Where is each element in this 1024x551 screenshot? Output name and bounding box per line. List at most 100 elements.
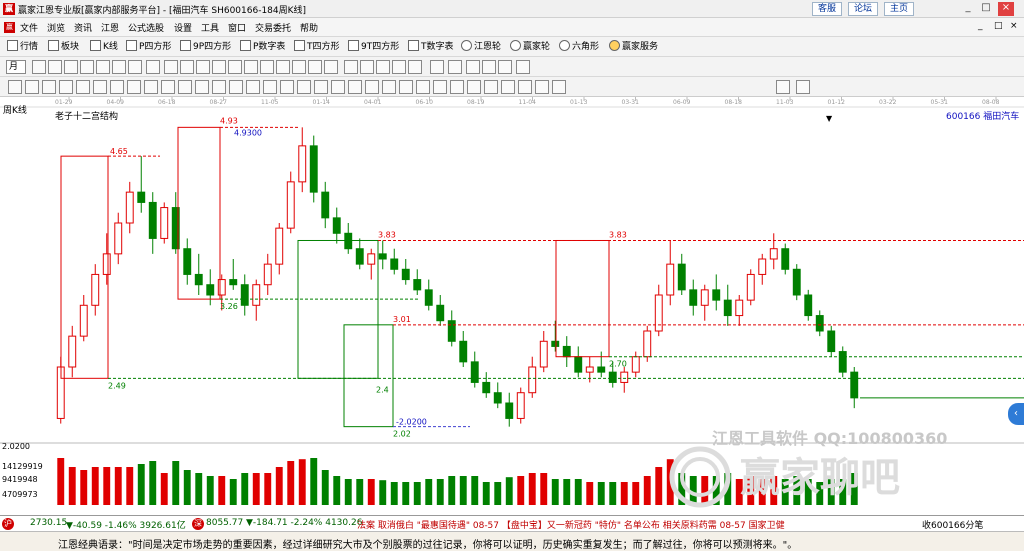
drawing-tool-icon[interactable] bbox=[128, 60, 142, 74]
drawing-tool-icon[interactable] bbox=[48, 60, 62, 74]
drawing-tool-icon[interactable] bbox=[430, 60, 444, 74]
gann-wheel-button[interactable]: 江恩轮 bbox=[461, 40, 501, 54]
line-tool-icon[interactable] bbox=[263, 80, 277, 94]
line-tool-icon[interactable] bbox=[8, 80, 22, 94]
line-tool-icon[interactable] bbox=[42, 80, 56, 94]
drawing-tool-icon[interactable] bbox=[392, 60, 406, 74]
line-tool-icon[interactable] bbox=[93, 80, 107, 94]
line-tool-icon[interactable] bbox=[382, 80, 396, 94]
forum-link[interactable]: 论坛 bbox=[848, 2, 878, 16]
drawing-tool-icon[interactable] bbox=[244, 60, 258, 74]
line-tool-icon[interactable] bbox=[348, 80, 362, 94]
line-tool-icon[interactable] bbox=[110, 80, 124, 94]
drawing-tool-icon[interactable] bbox=[448, 60, 462, 74]
drawing-tool-icon[interactable] bbox=[212, 60, 226, 74]
winner-wheel-button[interactable]: 赢家轮 bbox=[510, 40, 550, 54]
line-tool-icon[interactable] bbox=[25, 80, 39, 94]
menu-gann[interactable]: 江恩 bbox=[101, 21, 119, 34]
line-tool-icon[interactable] bbox=[59, 80, 73, 94]
drawing-tool-icon[interactable] bbox=[498, 60, 512, 74]
drawing-tool-icon[interactable] bbox=[260, 60, 274, 74]
drawing-tool-icon[interactable] bbox=[466, 60, 480, 74]
line-tool-icon[interactable] bbox=[433, 80, 447, 94]
line-tool-icon[interactable] bbox=[229, 80, 243, 94]
p-table-button[interactable]: P数字表 bbox=[240, 40, 285, 54]
scroll-right-button[interactable]: ‹ bbox=[1008, 403, 1024, 425]
line-tool-icon[interactable] bbox=[776, 80, 790, 94]
period-select[interactable]: 月 bbox=[6, 60, 26, 74]
drawing-tool-icon[interactable] bbox=[96, 60, 110, 74]
line-tool-icon[interactable] bbox=[212, 80, 226, 94]
line-tool-icon[interactable] bbox=[195, 80, 209, 94]
menu-formula[interactable]: 公式选股 bbox=[128, 21, 164, 34]
drawing-tool-icon[interactable] bbox=[32, 60, 46, 74]
drawing-tool-icon[interactable] bbox=[196, 60, 210, 74]
drawing-tool-icon[interactable] bbox=[164, 60, 178, 74]
drawing-tool-icon[interactable] bbox=[180, 60, 194, 74]
line-tool-icon[interactable] bbox=[76, 80, 90, 94]
drawing-tool-icon[interactable] bbox=[112, 60, 126, 74]
drawing-tool-icon[interactable] bbox=[292, 60, 306, 74]
drawing-tool-icon[interactable] bbox=[146, 60, 160, 74]
line-tool-icon[interactable] bbox=[501, 80, 515, 94]
line-tool-icon[interactable] bbox=[127, 80, 141, 94]
mdi-minimize-button[interactable]: _ bbox=[978, 21, 983, 31]
line-tool-icon[interactable] bbox=[399, 80, 413, 94]
menu-window[interactable]: 窗口 bbox=[228, 21, 246, 34]
line-tool-icon[interactable] bbox=[535, 80, 549, 94]
line-tool-icon[interactable] bbox=[450, 80, 464, 94]
drawing-tool-icon[interactable] bbox=[482, 60, 496, 74]
drawing-tool-icon[interactable] bbox=[80, 60, 94, 74]
drawing-tool-icon[interactable] bbox=[516, 60, 530, 74]
drawing-tool-icon[interactable] bbox=[376, 60, 390, 74]
mdi-restore-button[interactable]: □ bbox=[994, 21, 1003, 31]
drawing-tool-icon[interactable] bbox=[344, 60, 358, 74]
line-tool-icon[interactable] bbox=[144, 80, 158, 94]
drawing-tool-icon[interactable] bbox=[308, 60, 322, 74]
line-tool-icon[interactable] bbox=[297, 80, 311, 94]
minimize-button[interactable]: _ bbox=[960, 2, 976, 16]
line-tool-icon[interactable] bbox=[331, 80, 345, 94]
hexagon-button[interactable]: 六角形 bbox=[559, 40, 599, 54]
line-tool-icon[interactable] bbox=[467, 80, 481, 94]
menu-trade[interactable]: 交易委托 bbox=[255, 21, 291, 34]
homepage-link[interactable]: 主页 bbox=[884, 2, 914, 16]
line-tool-icon[interactable] bbox=[796, 80, 810, 94]
menu-browse[interactable]: 浏览 bbox=[47, 21, 65, 34]
sz-index-value[interactable]: 8055.77 bbox=[206, 518, 243, 528]
9t-square-button[interactable]: 9T四方形 bbox=[348, 40, 399, 54]
menu-help[interactable]: 帮助 bbox=[300, 21, 318, 34]
quotes-button[interactable]: 行情 bbox=[7, 40, 38, 54]
winner-service-button[interactable]: 赢家服务 bbox=[609, 40, 658, 54]
news-ticker[interactable]: 法案 取消俄白 "最惠国待遇" 08-57 【盘中宝】又一新冠药 "特仿" 名单… bbox=[357, 518, 913, 531]
line-tool-icon[interactable] bbox=[416, 80, 430, 94]
line-tool-icon[interactable] bbox=[280, 80, 294, 94]
tick-detail-label[interactable]: 收600166分笔 bbox=[922, 518, 983, 531]
line-tool-icon[interactable] bbox=[518, 80, 532, 94]
menu-settings[interactable]: 设置 bbox=[174, 21, 192, 34]
line-tool-icon[interactable] bbox=[246, 80, 260, 94]
maximize-button[interactable]: □ bbox=[978, 2, 994, 16]
drawing-tool-icon[interactable] bbox=[228, 60, 242, 74]
menu-tools[interactable]: 工具 bbox=[201, 21, 219, 34]
drawing-tool-icon[interactable] bbox=[408, 60, 422, 74]
menu-news[interactable]: 资讯 bbox=[74, 21, 92, 34]
customer-service-link[interactable]: 客服 bbox=[812, 2, 842, 16]
mdi-close-button[interactable]: × bbox=[1010, 21, 1018, 31]
drawing-tool-icon[interactable] bbox=[360, 60, 374, 74]
line-tool-icon[interactable] bbox=[484, 80, 498, 94]
line-tool-icon[interactable] bbox=[314, 80, 328, 94]
drawing-tool-icon[interactable] bbox=[324, 60, 338, 74]
close-button[interactable]: × bbox=[998, 2, 1014, 16]
indicator-dropdown-icon[interactable]: ▼ bbox=[826, 114, 832, 123]
line-tool-icon[interactable] bbox=[161, 80, 175, 94]
line-tool-icon[interactable] bbox=[552, 80, 566, 94]
drawing-tool-icon[interactable] bbox=[64, 60, 78, 74]
sector-button[interactable]: 板块 bbox=[48, 40, 79, 54]
t-table-button[interactable]: T数字表 bbox=[408, 40, 454, 54]
p-square-button[interactable]: P四方形 bbox=[126, 40, 171, 54]
sh-index-value[interactable]: 2730.15 bbox=[30, 518, 67, 528]
menu-file[interactable]: 文件 bbox=[20, 21, 38, 34]
9p-square-button[interactable]: 9P四方形 bbox=[180, 40, 231, 54]
drawing-tool-icon[interactable] bbox=[276, 60, 290, 74]
